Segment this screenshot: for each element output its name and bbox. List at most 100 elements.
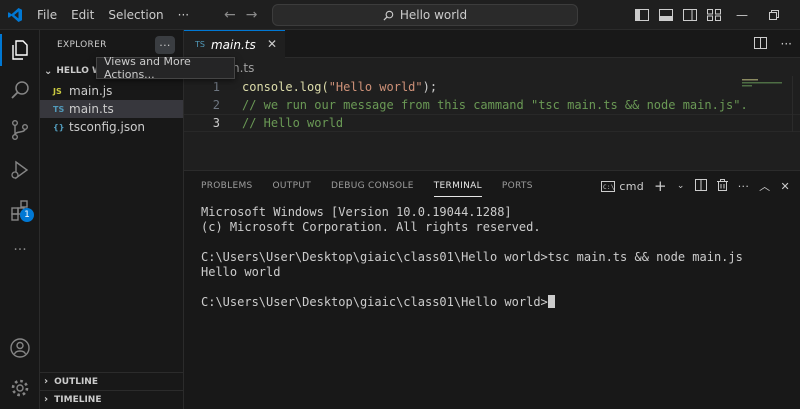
explorer-icon[interactable] [0, 30, 40, 70]
tab-main-ts[interactable]: TS main.ts ✕ [184, 30, 285, 58]
javascript-file-icon: JS [53, 86, 62, 96]
close-window-icon[interactable]: ✕ [790, 0, 800, 30]
title-bar: File Edit Selection ··· ← → Hello world … [0, 0, 800, 30]
file-main-js[interactable]: JS main.js [40, 82, 183, 100]
file-name: tsconfig.json [69, 120, 146, 134]
json-file-icon: {} [53, 122, 65, 132]
tab-problems[interactable]: PROBLEMS [201, 171, 253, 201]
explorer-sidebar: EXPLORER ··· ⌄ HELLO W JS main.js TS mai… [40, 30, 184, 409]
extensions-badge: 1 [20, 208, 34, 222]
code-comment: // Hello world [242, 116, 344, 130]
command-center-text: Hello world [399, 8, 468, 22]
terminal-instance[interactable]: C:\ cmd [601, 180, 644, 193]
code-comment: // we run our message from this cammand … [242, 98, 748, 112]
typescript-file-icon: TS [53, 104, 65, 114]
code-string: "Hello world" [328, 80, 423, 94]
terminal-name: cmd [619, 179, 645, 193]
timeline-label: TIMELINE [54, 394, 102, 405]
minimize-icon[interactable]: — [726, 0, 758, 30]
run-debug-icon[interactable] [0, 150, 40, 190]
chevron-right-icon: › [44, 376, 49, 387]
more-actions-icon[interactable]: ··· [781, 37, 792, 51]
editor-tabs: TS main.ts ✕ ··· [184, 30, 800, 58]
file-name: main.ts [69, 102, 114, 116]
terminal-output[interactable]: Microsoft Windows [Version 10.0.19044.12… [184, 201, 800, 310]
split-terminal-icon[interactable] [694, 178, 707, 194]
svg-text:C:\: C:\ [603, 184, 615, 191]
menu-file[interactable]: File [30, 0, 64, 30]
tab-debug-console[interactable]: DEBUG CONSOLE [331, 171, 414, 201]
new-terminal-plus-icon[interactable]: + [654, 177, 667, 195]
activity-bar: 1 ··· [0, 30, 40, 409]
nav-arrows: ← → [224, 0, 257, 30]
maximize-panel-chevron-up-icon[interactable]: ︿ [759, 178, 770, 194]
code-text: console.log("Hello world"); [220, 80, 437, 94]
terminal-line: C:\Users\User\Desktop\giaic\class01\Hell… [201, 250, 743, 264]
panel-actions: C:\ cmd + ⌄ ··· ︿ ✕ [601, 177, 790, 195]
manage-gear-icon[interactable] [0, 368, 40, 408]
vscode-logo-icon [0, 0, 30, 30]
source-control-icon[interactable] [0, 110, 40, 150]
restore-icon[interactable] [758, 0, 790, 30]
close-panel-icon[interactable]: ✕ [780, 180, 790, 193]
extensions-icon[interactable]: 1 [0, 190, 40, 230]
tab-output[interactable]: OUTPUT [273, 171, 311, 201]
file-name: main.js [69, 84, 113, 98]
chevron-right-icon: › [44, 394, 49, 405]
outline-section[interactable]: › OUTLINE [40, 372, 184, 390]
outline-label: OUTLINE [54, 376, 98, 387]
terminal-prompt-line: C:\Users\User\Desktop\giaic\class01\Hell… [201, 295, 800, 310]
menu-edit[interactable]: Edit [64, 0, 101, 30]
views-more-actions-tooltip: Views and More Actions... [96, 55, 235, 81]
tab-label: main.ts [210, 37, 256, 52]
editor-actions: ··· [753, 30, 792, 58]
back-arrow-icon[interactable]: ← [224, 7, 236, 23]
more-views-icon[interactable]: ··· [0, 230, 40, 270]
terminal-cmd-icon: C:\ [601, 180, 616, 192]
search-view-icon[interactable] [0, 70, 40, 110]
terminal-line: (c) Microsoft Corporation. All rights re… [201, 220, 541, 234]
customize-layout-icon[interactable] [702, 0, 726, 30]
toggle-primary-sidebar-icon[interactable] [630, 0, 654, 30]
code-punctuation: ); [422, 80, 438, 94]
split-editor-icon[interactable] [753, 36, 767, 52]
line-number: 2 [212, 98, 220, 112]
file-main-ts[interactable]: TS main.ts [40, 100, 183, 118]
kill-terminal-trash-icon[interactable] [716, 178, 728, 194]
terminal-more-icon[interactable]: ··· [738, 180, 749, 193]
line-number: 1 [212, 80, 220, 94]
tab-terminal[interactable]: TERMINAL [433, 171, 483, 201]
views-more-actions-button[interactable]: ··· [155, 36, 175, 54]
command-center[interactable]: Hello world [272, 4, 578, 26]
terminal-line: Microsoft Windows [Version 10.0.19044.12… [201, 205, 512, 219]
forward-arrow-icon[interactable]: → [246, 7, 258, 23]
panel-tabs: PROBLEMS OUTPUT DEBUG CONSOLE TERMINAL P… [184, 171, 800, 201]
bottom-panel: PROBLEMS OUTPUT DEBUG CONSOLE TERMINAL P… [184, 170, 800, 409]
terminal-prompt: C:\Users\User\Desktop\giaic\class01\Hell… [201, 295, 548, 309]
chevron-down-icon: ⌄ [44, 65, 53, 77]
breadcrumb[interactable]: n.ts [184, 58, 800, 78]
editor-area: TS main.ts ✕ ··· n.ts 1 console.log("Hel… [184, 30, 800, 170]
menu-more[interactable]: ··· [171, 0, 196, 30]
close-tab-icon[interactable]: ✕ [267, 37, 277, 51]
toggle-panel-icon[interactable] [654, 0, 678, 30]
editor-scrollbar[interactable] [792, 76, 800, 132]
file-tsconfig-json[interactable]: {} tsconfig.json [40, 118, 183, 136]
code-editor[interactable]: 1 console.log("Hello world"); 2 // we ru… [184, 78, 800, 132]
tab-ports[interactable]: PORTS [502, 171, 533, 201]
terminal-cursor [547, 295, 555, 308]
terminal-line: Hello world [201, 265, 281, 279]
terminal-dropdown-chevron-icon[interactable]: ⌄ [677, 181, 685, 191]
minimap[interactable] [742, 76, 786, 87]
code-function: console.log( [242, 80, 329, 94]
menu-selection[interactable]: Selection [101, 0, 170, 30]
toggle-secondary-sidebar-icon[interactable] [678, 0, 702, 30]
code-line: 2 // we run our message from this camman… [184, 96, 800, 114]
layout-controls: — ✕ [630, 0, 800, 30]
code-line: 1 console.log("Hello world"); [184, 78, 800, 96]
accounts-icon[interactable] [0, 328, 40, 368]
typescript-file-icon: TS [195, 40, 205, 49]
timeline-section[interactable]: › TIMELINE [40, 390, 184, 408]
